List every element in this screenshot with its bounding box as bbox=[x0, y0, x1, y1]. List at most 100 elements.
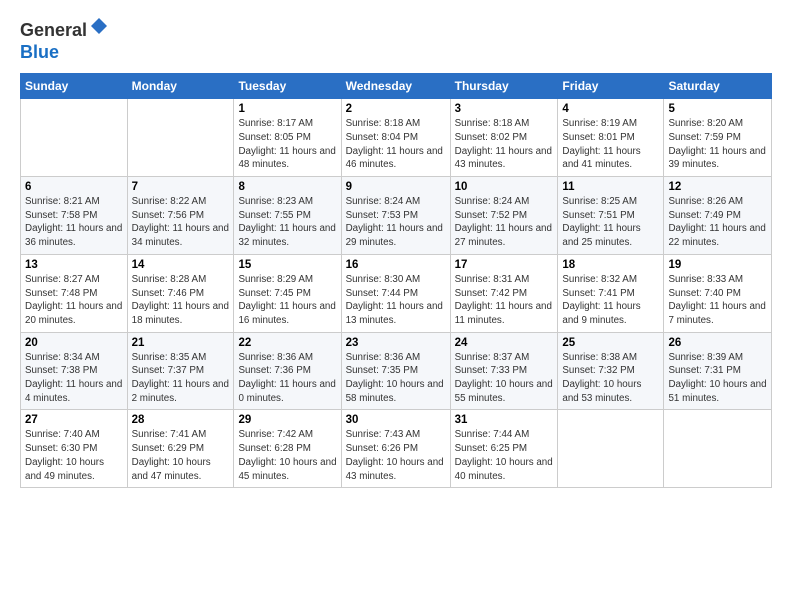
calendar-cell bbox=[127, 99, 234, 177]
calendar-cell: 3 Sunrise: 8:18 AM Sunset: 8:02 PM Daylig… bbox=[450, 99, 558, 177]
calendar-cell: 9 Sunrise: 8:24 AM Sunset: 7:53 PM Daylig… bbox=[341, 177, 450, 255]
weekday-friday: Friday bbox=[558, 74, 664, 99]
week-row-1: 1 Sunrise: 8:17 AM Sunset: 8:05 PM Daylig… bbox=[21, 99, 772, 177]
day-number: 4 bbox=[562, 103, 659, 115]
calendar-cell bbox=[558, 410, 664, 488]
week-row-3: 13Sunrise: 8:27 AM Sunset: 7:48 PM Dayli… bbox=[21, 254, 772, 332]
day-detail: Sunrise: 7:40 AM Sunset: 6:30 PM Dayligh… bbox=[25, 428, 123, 483]
logo-general: General bbox=[20, 20, 87, 40]
calendar-container: General Blue SundayMondayTuesdayWednesda… bbox=[0, 0, 792, 498]
calendar-cell bbox=[21, 99, 128, 177]
calendar-cell: 22 Sunrise: 8:36 AM Sunset: 7:36 PM Dayli… bbox=[234, 332, 341, 410]
day-detail: Sunrise: 8:23 AM Sunset: 7:55 PM Dayligh… bbox=[238, 195, 336, 250]
day-detail: Sunrise: 8:38 AM Sunset: 7:32 PM Dayligh… bbox=[562, 351, 659, 406]
day-number: 8 bbox=[238, 181, 336, 193]
day-number: 19 bbox=[668, 259, 767, 271]
day-detail: Sunrise: 8:37 AM Sunset: 7:33 PM Dayligh… bbox=[455, 351, 554, 406]
calendar-cell: 27Sunrise: 7:40 AM Sunset: 6:30 PM Dayli… bbox=[21, 410, 128, 488]
day-number: 12 bbox=[668, 181, 767, 193]
calendar-cell: 4 Sunrise: 8:19 AM Sunset: 8:01 PM Daylig… bbox=[558, 99, 664, 177]
day-detail: Sunrise: 7:43 AM Sunset: 6:26 PM Dayligh… bbox=[346, 428, 446, 483]
day-number: 2 bbox=[346, 103, 446, 115]
calendar-cell: 7 Sunrise: 8:22 AM Sunset: 7:56 PM Daylig… bbox=[127, 177, 234, 255]
day-number: 17 bbox=[455, 259, 554, 271]
day-detail: Sunrise: 8:17 AM Sunset: 8:05 PM Dayligh… bbox=[238, 117, 336, 172]
calendar-cell: 28Sunrise: 7:41 AM Sunset: 6:29 PM Dayli… bbox=[127, 410, 234, 488]
day-detail: Sunrise: 8:20 AM Sunset: 7:59 PM Dayligh… bbox=[668, 117, 767, 172]
header: General Blue bbox=[20, 16, 772, 63]
day-detail: Sunrise: 8:18 AM Sunset: 8:04 PM Dayligh… bbox=[346, 117, 446, 172]
day-number: 5 bbox=[668, 103, 767, 115]
day-detail: Sunrise: 8:26 AM Sunset: 7:49 PM Dayligh… bbox=[668, 195, 767, 250]
calendar-cell: 30 Sunrise: 7:43 AM Sunset: 6:26 PM Dayli… bbox=[341, 410, 450, 488]
calendar-cell: 19 Sunrise: 8:33 AM Sunset: 7:40 PM Dayli… bbox=[664, 254, 772, 332]
day-detail: Sunrise: 8:24 AM Sunset: 7:53 PM Dayligh… bbox=[346, 195, 446, 250]
day-number: 21 bbox=[132, 337, 230, 349]
week-row-2: 6Sunrise: 8:21 AM Sunset: 7:58 PM Daylig… bbox=[21, 177, 772, 255]
day-detail: Sunrise: 7:41 AM Sunset: 6:29 PM Dayligh… bbox=[132, 428, 230, 483]
calendar-cell: 31 Sunrise: 7:44 AM Sunset: 6:25 PM Dayli… bbox=[450, 410, 558, 488]
weekday-thursday: Thursday bbox=[450, 74, 558, 99]
calendar-cell: 26 Sunrise: 8:39 AM Sunset: 7:31 PM Dayli… bbox=[664, 332, 772, 410]
logo-blue: Blue bbox=[20, 42, 59, 62]
day-number: 14 bbox=[132, 259, 230, 271]
day-number: 10 bbox=[455, 181, 554, 193]
day-detail: Sunrise: 8:18 AM Sunset: 8:02 PM Dayligh… bbox=[455, 117, 554, 172]
day-number: 20 bbox=[25, 337, 123, 349]
day-detail: Sunrise: 7:44 AM Sunset: 6:25 PM Dayligh… bbox=[455, 428, 554, 483]
day-detail: Sunrise: 8:36 AM Sunset: 7:35 PM Dayligh… bbox=[346, 351, 446, 406]
calendar-table: SundayMondayTuesdayWednesdayThursdayFrid… bbox=[20, 73, 772, 488]
day-number: 25 bbox=[562, 337, 659, 349]
day-detail: Sunrise: 8:32 AM Sunset: 7:41 PM Dayligh… bbox=[562, 273, 659, 328]
day-detail: Sunrise: 8:30 AM Sunset: 7:44 PM Dayligh… bbox=[346, 273, 446, 328]
day-number: 26 bbox=[668, 337, 767, 349]
day-number: 16 bbox=[346, 259, 446, 271]
weekday-header-row: SundayMondayTuesdayWednesdayThursdayFrid… bbox=[21, 74, 772, 99]
day-detail: Sunrise: 8:22 AM Sunset: 7:56 PM Dayligh… bbox=[132, 195, 230, 250]
calendar-cell: 18 Sunrise: 8:32 AM Sunset: 7:41 PM Dayli… bbox=[558, 254, 664, 332]
calendar-cell: 25 Sunrise: 8:38 AM Sunset: 7:32 PM Dayli… bbox=[558, 332, 664, 410]
day-number: 3 bbox=[455, 103, 554, 115]
day-number: 23 bbox=[346, 337, 446, 349]
day-number: 1 bbox=[238, 103, 336, 115]
calendar-cell: 6Sunrise: 8:21 AM Sunset: 7:58 PM Daylig… bbox=[21, 177, 128, 255]
calendar-cell: 14 Sunrise: 8:28 AM Sunset: 7:46 PM Dayli… bbox=[127, 254, 234, 332]
day-number: 6 bbox=[25, 181, 123, 193]
calendar-cell bbox=[664, 410, 772, 488]
day-detail: Sunrise: 8:34 AM Sunset: 7:38 PM Dayligh… bbox=[25, 351, 123, 406]
day-detail: Sunrise: 8:19 AM Sunset: 8:01 PM Dayligh… bbox=[562, 117, 659, 172]
week-row-5: 27Sunrise: 7:40 AM Sunset: 6:30 PM Dayli… bbox=[21, 410, 772, 488]
calendar-cell: 23 Sunrise: 8:36 AM Sunset: 7:35 PM Dayli… bbox=[341, 332, 450, 410]
calendar-cell: 11Sunrise: 8:25 AM Sunset: 7:51 PM Dayli… bbox=[558, 177, 664, 255]
day-detail: Sunrise: 8:28 AM Sunset: 7:46 PM Dayligh… bbox=[132, 273, 230, 328]
calendar-cell: 15 Sunrise: 8:29 AM Sunset: 7:45 PM Dayli… bbox=[234, 254, 341, 332]
calendar-cell: 10Sunrise: 8:24 AM Sunset: 7:52 PM Dayli… bbox=[450, 177, 558, 255]
day-number: 11 bbox=[562, 181, 659, 193]
day-detail: Sunrise: 8:36 AM Sunset: 7:36 PM Dayligh… bbox=[238, 351, 336, 406]
day-number: 15 bbox=[238, 259, 336, 271]
day-detail: Sunrise: 8:35 AM Sunset: 7:37 PM Dayligh… bbox=[132, 351, 230, 406]
day-number: 29 bbox=[238, 414, 336, 426]
weekday-tuesday: Tuesday bbox=[234, 74, 341, 99]
calendar-cell: 24Sunrise: 8:37 AM Sunset: 7:33 PM Dayli… bbox=[450, 332, 558, 410]
day-detail: Sunrise: 7:42 AM Sunset: 6:28 PM Dayligh… bbox=[238, 428, 336, 483]
calendar-cell: 13Sunrise: 8:27 AM Sunset: 7:48 PM Dayli… bbox=[21, 254, 128, 332]
calendar-cell: 1 Sunrise: 8:17 AM Sunset: 8:05 PM Daylig… bbox=[234, 99, 341, 177]
day-detail: Sunrise: 8:33 AM Sunset: 7:40 PM Dayligh… bbox=[668, 273, 767, 328]
day-number: 13 bbox=[25, 259, 123, 271]
day-number: 31 bbox=[455, 414, 554, 426]
day-number: 7 bbox=[132, 181, 230, 193]
day-number: 22 bbox=[238, 337, 336, 349]
day-detail: Sunrise: 8:31 AM Sunset: 7:42 PM Dayligh… bbox=[455, 273, 554, 328]
calendar-cell: 16 Sunrise: 8:30 AM Sunset: 7:44 PM Dayli… bbox=[341, 254, 450, 332]
weekday-saturday: Saturday bbox=[664, 74, 772, 99]
day-number: 9 bbox=[346, 181, 446, 193]
day-detail: Sunrise: 8:29 AM Sunset: 7:45 PM Dayligh… bbox=[238, 273, 336, 328]
day-detail: Sunrise: 8:39 AM Sunset: 7:31 PM Dayligh… bbox=[668, 351, 767, 406]
weekday-monday: Monday bbox=[127, 74, 234, 99]
calendar-cell: 29 Sunrise: 7:42 AM Sunset: 6:28 PM Dayli… bbox=[234, 410, 341, 488]
day-number: 18 bbox=[562, 259, 659, 271]
weekday-wednesday: Wednesday bbox=[341, 74, 450, 99]
calendar-cell: 17 Sunrise: 8:31 AM Sunset: 7:42 PM Dayli… bbox=[450, 254, 558, 332]
day-number: 30 bbox=[346, 414, 446, 426]
